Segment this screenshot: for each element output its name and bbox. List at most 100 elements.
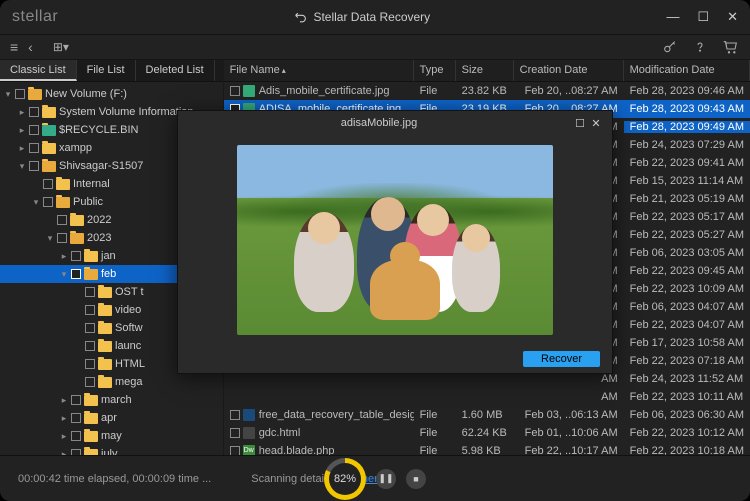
key-icon[interactable] [662, 39, 678, 55]
checkbox[interactable] [71, 251, 81, 261]
column-type[interactable]: Type [414, 60, 456, 81]
preview-dialog: adisaMobile.jpg ☐ ✕ Recover [177, 110, 613, 374]
tree-label: Shivsagar-S1507 [59, 160, 143, 172]
file-creation-date: AM [514, 391, 624, 403]
file-type: File [414, 85, 456, 97]
file-modification-date: Feb 15, 2023 11:14 AM [624, 175, 750, 187]
folder-icon [70, 215, 84, 226]
file-modification-date: Feb 22, 2023 07:18 AM [624, 355, 750, 367]
expand-icon[interactable]: ▸ [60, 251, 68, 262]
cart-icon[interactable] [722, 39, 740, 55]
expand-icon[interactable]: ▸ [60, 431, 68, 442]
expand-icon[interactable]: ▸ [60, 413, 68, 424]
close-button[interactable]: ✕ [727, 9, 738, 25]
folder-icon [84, 395, 98, 406]
file-modification-date: Feb 24, 2023 07:29 AM [624, 139, 750, 151]
expand-icon[interactable]: ▾ [60, 269, 68, 280]
checkbox[interactable] [85, 341, 95, 351]
checkbox[interactable] [85, 323, 95, 333]
file-modification-date: Feb 28, 2023 09:49 AM [624, 121, 750, 133]
checkbox[interactable] [29, 107, 39, 117]
file-modification-date: Feb 24, 2023 11:52 AM [624, 373, 750, 385]
file-row[interactable]: AMFeb 22, 2023 10:11 AM [224, 388, 750, 406]
expand-icon[interactable]: ▸ [60, 395, 68, 406]
expand-icon[interactable]: ▾ [32, 197, 40, 208]
file-modification-date: Feb 06, 2023 03:05 AM [624, 247, 750, 259]
tree-label: feb [101, 268, 116, 280]
file-modification-date: Feb 06, 2023 06:30 AM [624, 409, 750, 421]
file-type: File [414, 409, 456, 421]
folder-icon [42, 107, 56, 118]
folder-icon [28, 89, 42, 100]
folder-icon [56, 179, 70, 190]
checkbox[interactable] [29, 161, 39, 171]
file-type: File [414, 427, 456, 439]
column-size[interactable]: Size [456, 60, 514, 81]
checkbox[interactable] [29, 143, 39, 153]
tree-label: OST t [115, 286, 144, 298]
tab-file-list[interactable]: File List [77, 60, 136, 81]
tab-deleted-list[interactable]: Deleted List [136, 60, 215, 81]
column-filename[interactable]: File Name▴ [224, 60, 414, 81]
expand-icon[interactable]: ▾ [18, 161, 26, 172]
checkbox[interactable] [57, 233, 67, 243]
tree-label: $RECYCLE.BIN [59, 124, 138, 136]
expand-icon[interactable]: ▸ [18, 107, 26, 118]
dialog-close-button[interactable]: ✕ [588, 117, 604, 130]
checkbox[interactable] [57, 215, 67, 225]
column-creation-date[interactable]: Creation Date [514, 60, 624, 81]
view-mode-button[interactable]: ⊞▾ [53, 40, 69, 54]
checkbox[interactable] [29, 125, 39, 135]
file-row[interactable]: free_data_recovery_table_design.psdFile1… [224, 406, 750, 424]
file-modification-date: Feb 22, 2023 09:41 AM [624, 157, 750, 169]
expand-icon[interactable]: ▸ [18, 143, 26, 154]
tree-label: 2022 [87, 214, 111, 226]
file-modification-date: Feb 28, 2023 09:46 AM [624, 85, 750, 97]
pause-button[interactable]: ❚❚ [376, 469, 396, 489]
checkbox[interactable] [230, 86, 240, 96]
tab-classic-list[interactable]: Classic List [0, 60, 77, 81]
dialog-maximize-button[interactable]: ☐ [572, 117, 588, 130]
checkbox[interactable] [71, 395, 81, 405]
menu-button[interactable]: ≡ [10, 39, 18, 55]
file-icon [243, 409, 255, 421]
checkbox[interactable] [71, 431, 81, 441]
folder-icon [98, 341, 112, 352]
file-row[interactable]: Dwhead.blade.phpFile5.98 KBFeb 22, ..10:… [224, 442, 750, 455]
column-modification-date[interactable]: Modification Date [624, 60, 750, 81]
checkbox[interactable] [43, 179, 53, 189]
file-modification-date: Feb 22, 2023 05:17 AM [624, 211, 750, 223]
checkbox[interactable] [43, 197, 53, 207]
file-creation-date: Feb 01, ..10:06 AM [514, 427, 624, 439]
maximize-button[interactable]: ☐ [697, 9, 709, 25]
checkbox[interactable] [71, 269, 81, 279]
progress-percent: 82% [334, 473, 356, 485]
recover-button[interactable]: Recover [523, 351, 600, 367]
window-title: Stellar Data Recovery [313, 10, 430, 24]
help-icon[interactable] [692, 39, 708, 55]
preview-image [237, 145, 553, 335]
checkbox[interactable] [85, 359, 95, 369]
checkbox[interactable] [85, 287, 95, 297]
checkbox[interactable] [230, 410, 240, 420]
file-creation-date: Feb 22, ..10:17 AM [514, 445, 624, 455]
file-row[interactable]: gdc.htmlFile62.24 KBFeb 01, ..10:06 AMFe… [224, 424, 750, 442]
checkbox[interactable] [85, 377, 95, 387]
checkbox[interactable] [230, 446, 240, 455]
back-button[interactable]: ‹ [28, 39, 33, 55]
file-modification-date: Feb 22, 2023 10:12 AM [624, 427, 750, 439]
expand-icon[interactable]: ▾ [4, 89, 12, 100]
stop-button[interactable]: ■ [406, 469, 426, 489]
folder-icon [42, 161, 56, 172]
checkbox[interactable] [71, 413, 81, 423]
expand-icon[interactable]: ▸ [18, 125, 26, 136]
file-row[interactable]: Adis_mobile_certificate.jpgFile23.82 KBF… [224, 82, 750, 100]
checkbox[interactable] [85, 305, 95, 315]
checkbox[interactable] [15, 89, 25, 99]
tree-label: Internal [73, 178, 110, 190]
expand-icon[interactable]: ▾ [46, 233, 54, 244]
folder-icon [84, 251, 98, 262]
recycle-icon [42, 125, 56, 136]
minimize-button[interactable]: — [666, 9, 679, 25]
checkbox[interactable] [230, 428, 240, 438]
